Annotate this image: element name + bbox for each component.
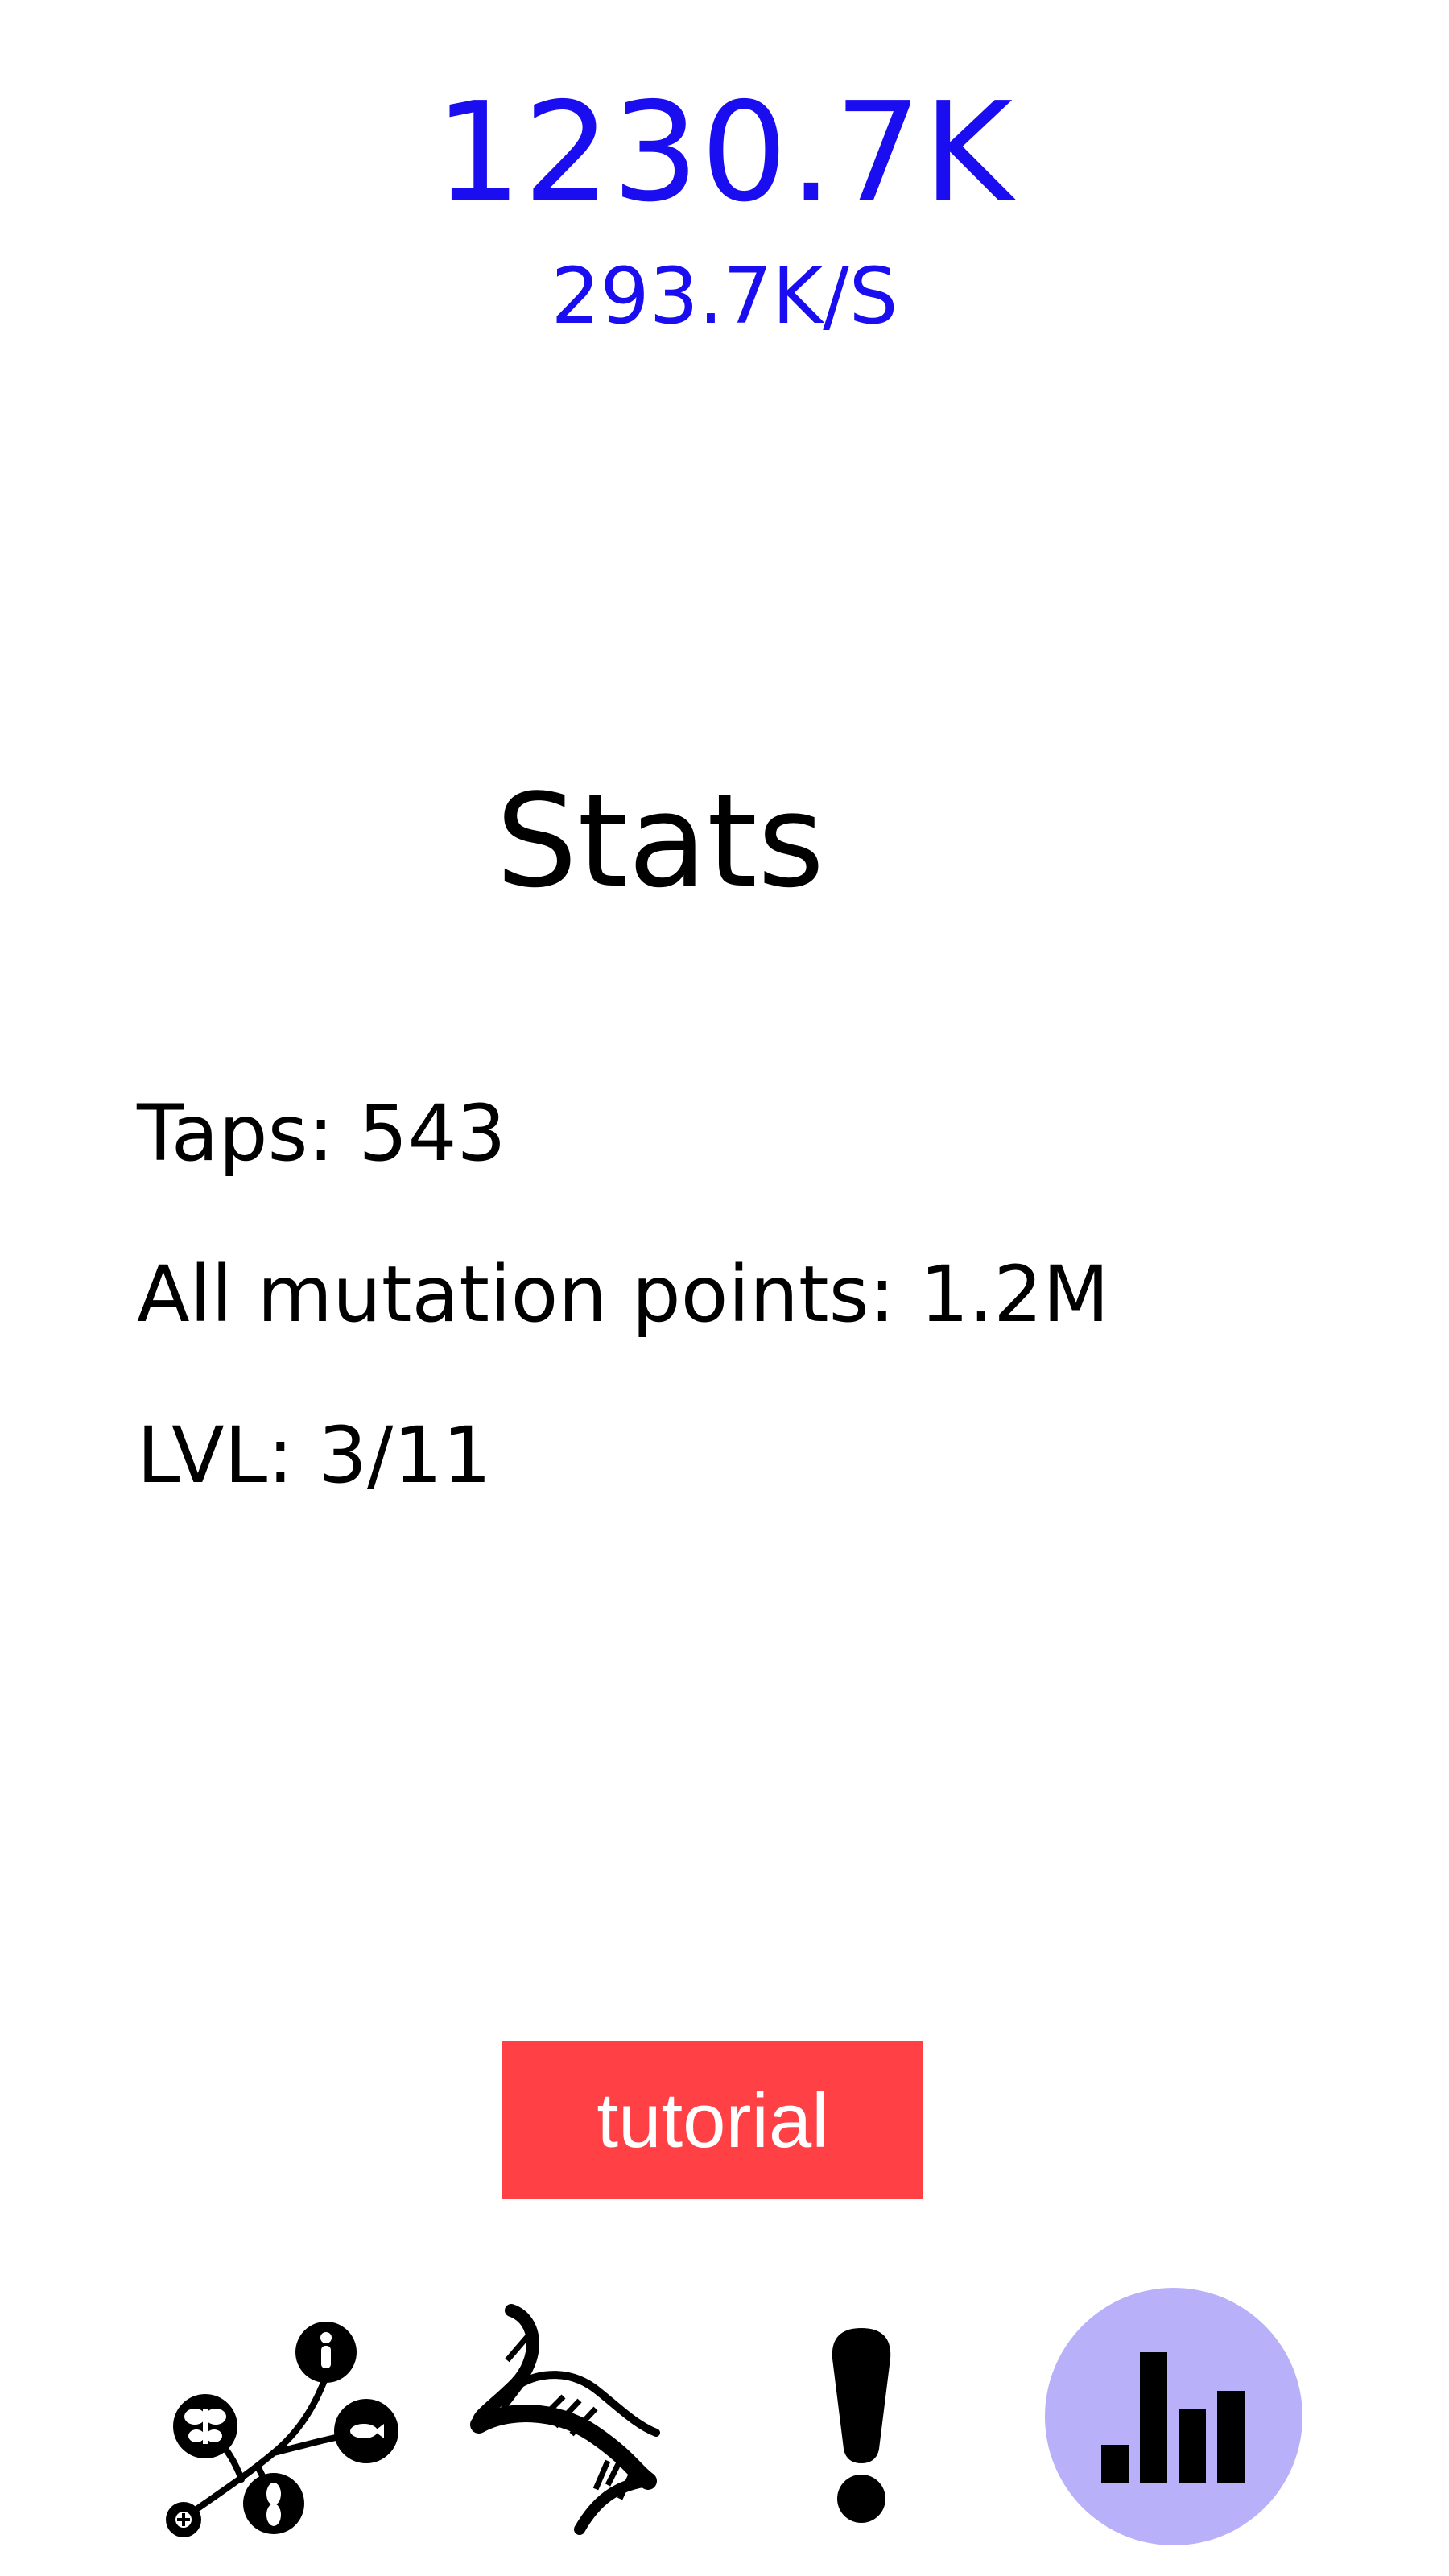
evolution-tree-icon — [166, 2322, 398, 2537]
nav-evolution-button[interactable] — [145, 2288, 402, 2545]
stat-level: LVL: 3/11 — [137, 1410, 492, 1501]
nav-dna-button[interactable] — [443, 2288, 700, 2545]
nav-stats-button[interactable] — [1045, 2288, 1302, 2545]
stat-mutation-points: All mutation points: 1.2M — [137, 1249, 1109, 1340]
bottom-nav — [0, 2286, 1449, 2576]
dna-icon — [470, 2304, 660, 2535]
tutorial-button[interactable]: tutorial — [502, 2041, 923, 2199]
bar-chart-icon — [1101, 2352, 1245, 2483]
points-rate: 293.7K/S — [551, 251, 898, 341]
nav-alert-button[interactable] — [733, 2288, 990, 2545]
exclamation-icon — [832, 2328, 891, 2523]
page-title: Stats — [495, 766, 825, 916]
stat-taps: Taps: 543 — [137, 1088, 506, 1179]
points-counter: 1230.7K — [434, 73, 1015, 233]
